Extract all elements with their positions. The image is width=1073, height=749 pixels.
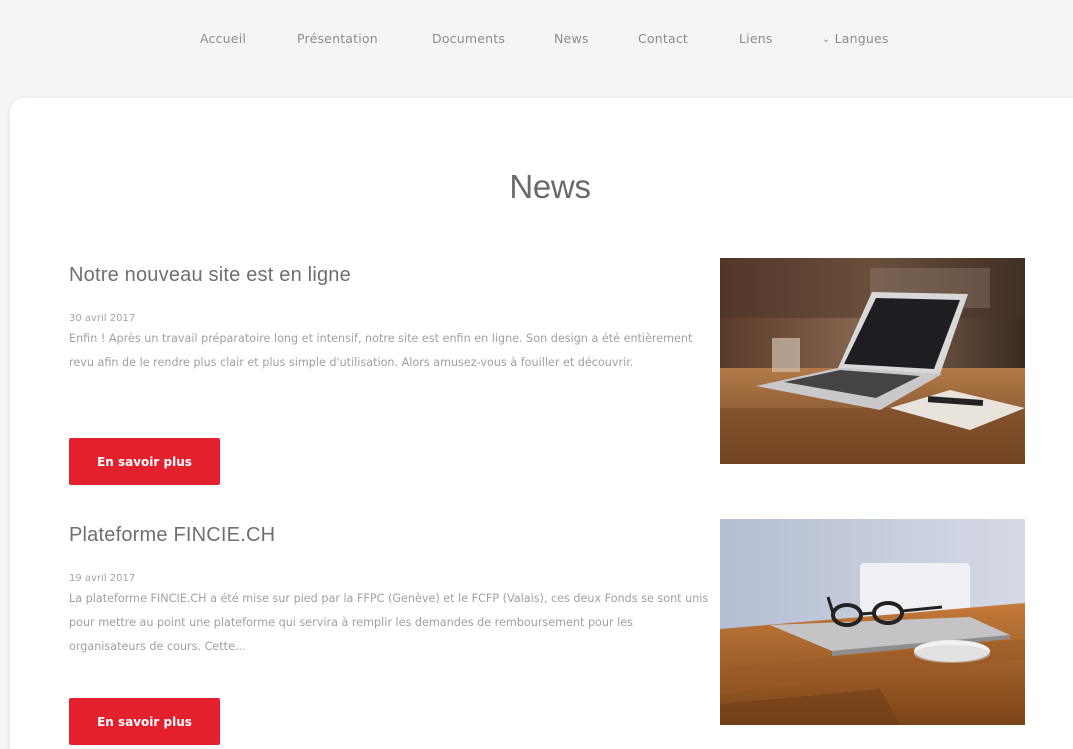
article-excerpt: La plateforme FINCIE.CH a été mise sur p… [69, 592, 709, 653]
nav-item-liens[interactable]: Liens [739, 31, 773, 46]
desk-photo [720, 519, 1025, 725]
article-title[interactable]: Plateforme FINCIE.CH [69, 524, 709, 547]
read-more-button[interactable]: En savoir plus [69, 438, 220, 485]
laptop-photo [720, 258, 1025, 464]
nav-item-langues-label: Langues [834, 31, 889, 46]
article-item: Plateforme FINCIE.CH 19 avril 2017 La pl… [69, 524, 709, 659]
page: Accueil Présentation Documents News Cont… [0, 0, 1073, 749]
nav-item-langues[interactable]: ⌄ Langues [822, 31, 889, 46]
nav-item-news[interactable]: News [554, 31, 589, 46]
article-item: Notre nouveau site est en ligne 30 avril… [69, 264, 709, 375]
article-image-laptop[interactable] [720, 258, 1025, 464]
article-image-desk[interactable] [720, 519, 1025, 725]
nav-item-presentation[interactable]: Présentation [297, 31, 378, 46]
article-excerpt: Enfin ! Après un travail préparatoire lo… [69, 332, 693, 369]
article-date: 19 avril 2017 [69, 573, 136, 584]
read-more-button[interactable]: En savoir plus [69, 698, 220, 745]
nav-item-accueil[interactable]: Accueil [200, 31, 246, 46]
nav-item-contact[interactable]: Contact [638, 31, 688, 46]
chevron-down-icon: ⌄ [822, 34, 831, 45]
article-title[interactable]: Notre nouveau site est en ligne [69, 264, 709, 287]
nav-item-documents[interactable]: Documents [432, 31, 505, 46]
article-date: 30 avril 2017 [69, 313, 136, 324]
page-title: News [509, 168, 591, 205]
top-navigation: Accueil Présentation Documents News Cont… [0, 0, 1073, 100]
